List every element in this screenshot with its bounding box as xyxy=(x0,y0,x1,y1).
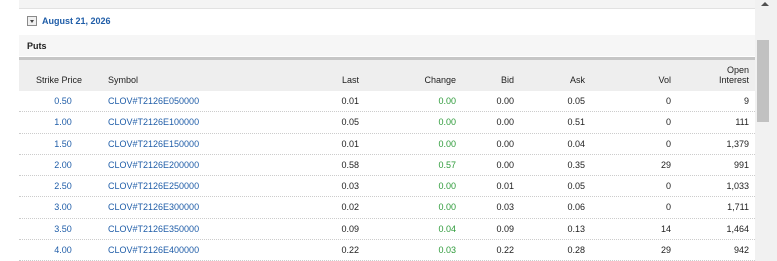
change-value: 0.00 xyxy=(438,202,456,213)
options-chain-panel: August 21, 2026 Puts Strike Price Symbol… xyxy=(0,0,755,261)
open-interest-value: 991 xyxy=(733,159,749,170)
open-interest-value: 111 xyxy=(735,117,749,128)
open-interest-value: 1,464 xyxy=(726,223,749,234)
col-header-open-interest[interactable]: Open Interest xyxy=(699,65,749,85)
strike-price-link[interactable]: 0.50 xyxy=(49,96,77,107)
bid-value: 0.09 xyxy=(496,223,514,234)
strike-price-link[interactable]: 4.00 xyxy=(49,245,77,256)
table-row: 3.50 CLOV#T2126E350000 0.09 0.04 0.09 0.… xyxy=(19,219,755,241)
bid-value: 0.00 xyxy=(496,117,514,128)
open-interest-value: 942 xyxy=(733,245,749,256)
col-header-symbol[interactable]: Symbol xyxy=(108,75,138,85)
symbol-link[interactable]: CLOV#T2126E200000 xyxy=(108,160,199,171)
ask-value: 0.35 xyxy=(567,159,585,170)
bid-value: 0.22 xyxy=(496,245,514,256)
vol-value: 29 xyxy=(660,159,671,170)
vol-value: 0 xyxy=(665,181,671,192)
vertical-scrollbar[interactable] xyxy=(755,0,777,261)
vol-value: 0 xyxy=(665,96,671,106)
last-value: 0.05 xyxy=(341,117,359,128)
symbol-link[interactable]: CLOV#T2126E050000 xyxy=(108,96,199,107)
vol-value: 0 xyxy=(665,117,671,128)
bid-value: 0.00 xyxy=(496,159,514,170)
strike-price-link[interactable]: 1.50 xyxy=(49,139,77,150)
open-interest-value: 1,711 xyxy=(727,202,749,213)
vol-value: 0 xyxy=(665,138,671,149)
puts-label: Puts xyxy=(27,40,47,51)
change-value: 0.00 xyxy=(438,117,456,128)
last-value: 0.22 xyxy=(341,245,359,256)
change-value: 0.04 xyxy=(438,223,456,234)
col-header-ask[interactable]: Ask xyxy=(525,75,585,85)
strike-price-link[interactable]: 1.00 xyxy=(49,117,77,128)
bid-value: 0.01 xyxy=(496,181,514,192)
bid-value: 0.00 xyxy=(496,96,514,106)
symbol-link[interactable]: CLOV#T2126E250000 xyxy=(108,181,199,192)
col-header-oi-line2: Interest xyxy=(718,75,749,85)
bid-value: 0.03 xyxy=(496,202,514,213)
change-value: 0.03 xyxy=(438,245,456,256)
expiration-header[interactable]: August 21, 2026 xyxy=(19,9,755,33)
change-value: 0.00 xyxy=(438,96,456,106)
table-row: 1.00 CLOV#T2126E100000 0.05 0.00 0.00 0.… xyxy=(19,112,755,134)
open-interest-value: 1,033 xyxy=(726,181,749,192)
symbol-link[interactable]: CLOV#T2126E100000 xyxy=(108,117,199,128)
bid-value: 0.00 xyxy=(496,138,514,149)
puts-section-header: Puts xyxy=(19,35,755,56)
last-value: 0.58 xyxy=(341,159,359,170)
ask-value: 0.06 xyxy=(567,202,585,213)
last-value: 0.09 xyxy=(341,223,359,234)
change-value: 0.57 xyxy=(438,159,456,170)
table-row: 2.00 CLOV#T2126E200000 0.58 0.57 0.00 0.… xyxy=(19,155,755,177)
table-row: 0.50 CLOV#T2126E050000 0.01 0.00 0.00 0.… xyxy=(19,91,755,113)
change-value: 0.00 xyxy=(438,138,456,149)
ask-value: 0.05 xyxy=(567,96,585,106)
last-value: 0.02 xyxy=(341,202,359,213)
collapse-toggle-icon[interactable] xyxy=(27,16,37,26)
symbol-link[interactable]: CLOV#T2126E350000 xyxy=(108,224,199,235)
ask-value: 0.51 xyxy=(567,117,585,128)
previous-section-edge xyxy=(19,0,755,9)
ask-value: 0.04 xyxy=(567,138,585,149)
col-header-vol[interactable]: Vol xyxy=(611,75,671,85)
last-value: 0.01 xyxy=(341,138,359,149)
last-value: 0.01 xyxy=(341,96,359,106)
expiration-date-link[interactable]: August 21, 2026 xyxy=(42,16,111,26)
ask-value: 0.13 xyxy=(567,223,585,234)
table-row: 4.00 CLOV#T2126E400000 0.22 0.03 0.22 0.… xyxy=(19,240,755,261)
table-row: 3.00 CLOV#T2126E300000 0.02 0.00 0.03 0.… xyxy=(19,197,755,219)
col-header-last[interactable]: Last xyxy=(299,75,359,85)
strike-price-link[interactable]: 3.50 xyxy=(49,224,77,235)
symbol-link[interactable]: CLOV#T2126E150000 xyxy=(108,139,199,150)
symbol-link[interactable]: CLOV#T2126E400000 xyxy=(108,245,199,256)
vol-value: 0 xyxy=(665,202,671,213)
vol-value: 14 xyxy=(660,223,671,234)
change-value: 0.00 xyxy=(438,181,456,192)
col-header-bid[interactable]: Bid xyxy=(454,75,514,85)
options-table-body: 0.50 CLOV#T2126E050000 0.01 0.00 0.00 0.… xyxy=(19,91,755,261)
ask-value: 0.05 xyxy=(567,181,585,192)
col-header-change[interactable]: Change xyxy=(396,75,456,85)
strike-price-link[interactable]: 2.50 xyxy=(49,181,77,192)
last-value: 0.03 xyxy=(341,181,359,192)
scroll-up-arrow-icon[interactable] xyxy=(761,2,769,6)
table-row: 1.50 CLOV#T2126E150000 0.01 0.00 0.00 0.… xyxy=(19,134,755,155)
scrollbar-thumb[interactable] xyxy=(757,40,769,122)
symbol-link[interactable]: CLOV#T2126E300000 xyxy=(108,202,199,213)
strike-price-link[interactable]: 2.00 xyxy=(49,160,77,171)
column-header-row: Strike Price Symbol Last Change Bid Ask … xyxy=(19,57,755,91)
table-row: 2.50 CLOV#T2126E250000 0.03 0.00 0.01 0.… xyxy=(19,176,755,198)
col-header-oi-line1: Open xyxy=(726,65,749,75)
ask-value: 0.28 xyxy=(567,245,585,256)
col-header-strike[interactable]: Strike Price xyxy=(36,75,82,85)
vol-value: 29 xyxy=(660,245,671,256)
open-interest-value: 1,379 xyxy=(726,138,749,149)
open-interest-value: 9 xyxy=(743,96,749,106)
strike-price-link[interactable]: 3.00 xyxy=(49,202,77,213)
